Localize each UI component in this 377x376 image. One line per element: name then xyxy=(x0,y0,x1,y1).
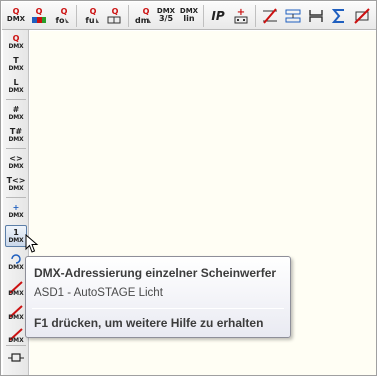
toolbar-separator xyxy=(76,4,77,27)
palette-separator xyxy=(6,345,26,346)
dmx-plus-icon[interactable]: + DMX xyxy=(5,200,27,222)
dmx-line-icon[interactable]: DMX lin xyxy=(178,4,200,28)
dmx-q-icon[interactable]: Q DMX xyxy=(5,31,27,53)
color-q-glyph: Q xyxy=(32,7,46,23)
delete-link-icon[interactable] xyxy=(351,4,373,28)
icon-label-top: L xyxy=(13,77,19,87)
svg-text:Q: Q xyxy=(90,7,97,16)
connect-icon[interactable] xyxy=(305,4,327,28)
refresh-glyph: DMX xyxy=(8,254,24,270)
dmx-cut-2-icon[interactable]: DMX xyxy=(5,300,27,322)
tooltip-divider xyxy=(32,308,284,309)
dmx-q-icon[interactable]: Q DMX xyxy=(5,4,27,28)
patch-glyph xyxy=(285,9,301,22)
svg-text:Q: Q xyxy=(61,7,68,16)
dmx-t-hash-icon[interactable]: T# DMX xyxy=(5,124,27,146)
tooltip: DMX-Adressierung einzelner Scheinwerfer … xyxy=(25,256,291,338)
icon-label-bottom: DMX xyxy=(8,236,24,244)
focus-q-glyph: Q fo xyxy=(56,7,69,25)
dimmer-q-icon[interactable]: Q dm xyxy=(132,4,154,28)
ip-icon[interactable]: IP xyxy=(207,4,229,28)
application-window: Q DMX Q Q fo Q fu Q Q dm DMX 3/5 DMX lin… xyxy=(0,0,377,376)
dmx-refresh-icon[interactable]: DMX xyxy=(5,250,27,272)
icon-label-top: + xyxy=(12,202,20,212)
dmx-cut-3-icon[interactable]: DMX xyxy=(5,323,27,345)
svg-text:DMX: DMX xyxy=(8,264,24,270)
color-q-icon[interactable]: Q xyxy=(28,4,50,28)
add-device-glyph: + xyxy=(234,7,248,23)
icon-label-top: # xyxy=(12,104,20,114)
cut-glyph: DMX xyxy=(8,305,24,320)
icon-label-bottom: DMX xyxy=(8,135,24,143)
dmx-split-icon[interactable]: DMX 3/5 xyxy=(155,4,177,28)
add-device-icon[interactable]: + xyxy=(230,4,252,28)
sum-glyph xyxy=(331,8,344,23)
svg-text:DMX: DMX xyxy=(8,337,24,343)
delete-link-glyph xyxy=(354,7,370,24)
cut-glyph: DMX xyxy=(8,328,24,343)
icon-label-bottom: lin xyxy=(183,14,195,23)
icon-label-bottom: DMX xyxy=(8,162,24,170)
dmx-1-icon[interactable]: 1 DMX xyxy=(5,225,27,247)
icon-label-top: T<> xyxy=(6,175,26,185)
svg-text:Q: Q xyxy=(36,7,43,16)
dmx-cut-icon[interactable]: DMX xyxy=(5,276,27,298)
icon-label-top: T# xyxy=(9,126,23,136)
connector-glyph xyxy=(8,353,24,362)
cut-glyph: DMX xyxy=(8,281,24,296)
cut-cable-glyph xyxy=(263,7,277,24)
dmx-t-icon[interactable]: T DMX xyxy=(5,53,27,75)
function-q-icon[interactable]: Q fu xyxy=(80,4,102,28)
palette-separator xyxy=(6,197,26,198)
icon-label-bottom: 3/5 xyxy=(158,14,174,23)
icon-label-top: IP xyxy=(211,8,225,23)
toolbar-separator xyxy=(203,4,204,27)
sum-icon[interactable] xyxy=(328,4,350,28)
svg-text:Q: Q xyxy=(143,7,150,16)
palette-separator xyxy=(6,148,26,149)
icon-label-top: T xyxy=(13,55,19,65)
dmx-t-swap-icon[interactable]: T<> DMX xyxy=(5,173,27,195)
mouse-pointer-icon xyxy=(25,234,39,253)
dimmer-q-glyph: Q dm xyxy=(135,7,151,25)
svg-text:Q: Q xyxy=(112,7,119,16)
icon-label-bottom: DMX xyxy=(8,113,24,121)
palette-separator xyxy=(6,99,26,100)
icon-label-top: <> xyxy=(9,153,23,163)
svg-text:fo: fo xyxy=(56,16,65,25)
function-q-glyph: Q fu xyxy=(85,7,99,25)
channel-q-icon[interactable]: Q xyxy=(103,4,125,28)
svg-text:dm: dm xyxy=(135,16,149,25)
tooltip-help-hint: F1 drücken, um weitere Hilfe zu erhalten xyxy=(34,316,264,330)
dmx-hash-icon[interactable]: # DMX xyxy=(5,102,27,124)
toolbar-separator xyxy=(128,4,129,27)
dmx-l-icon[interactable]: L DMX xyxy=(5,75,27,97)
toolbar-separator xyxy=(255,4,256,27)
icon-label-bottom: DMX xyxy=(8,211,24,219)
patch-icon[interactable] xyxy=(282,4,304,28)
icon-label-bottom: DMX xyxy=(8,42,24,50)
icon-label-bottom: DMX xyxy=(8,184,24,192)
svg-text:DMX: DMX xyxy=(8,290,24,296)
svg-text:fu: fu xyxy=(85,16,94,25)
focus-q-icon[interactable]: Q fo xyxy=(51,4,73,28)
cut-cable-icon[interactable] xyxy=(259,4,281,28)
tooltip-description: ASD1 - AutoSTAGE Licht xyxy=(34,287,163,299)
icon-label-top: Q xyxy=(12,33,20,43)
tooltip-title: DMX-Adressierung einzelner Scheinwerfer xyxy=(34,266,277,280)
channel-q-glyph: Q xyxy=(107,7,121,23)
svg-text:DMX: DMX xyxy=(8,314,24,320)
dmx-swap-icon[interactable]: <> DMX xyxy=(5,151,27,173)
svg-text:+: + xyxy=(237,7,245,18)
connect-glyph xyxy=(309,9,323,22)
icon-label-top: 1 xyxy=(13,227,19,237)
top-toolbar: Q DMX Q Q fo Q fu Q Q dm DMX 3/5 DMX lin… xyxy=(2,2,376,30)
icon-label-bottom: DMX xyxy=(8,64,24,72)
connector-icon[interactable] xyxy=(5,347,27,369)
icon-label-bottom: DMX xyxy=(8,86,24,94)
icon-label-bottom: DMX xyxy=(6,15,26,23)
